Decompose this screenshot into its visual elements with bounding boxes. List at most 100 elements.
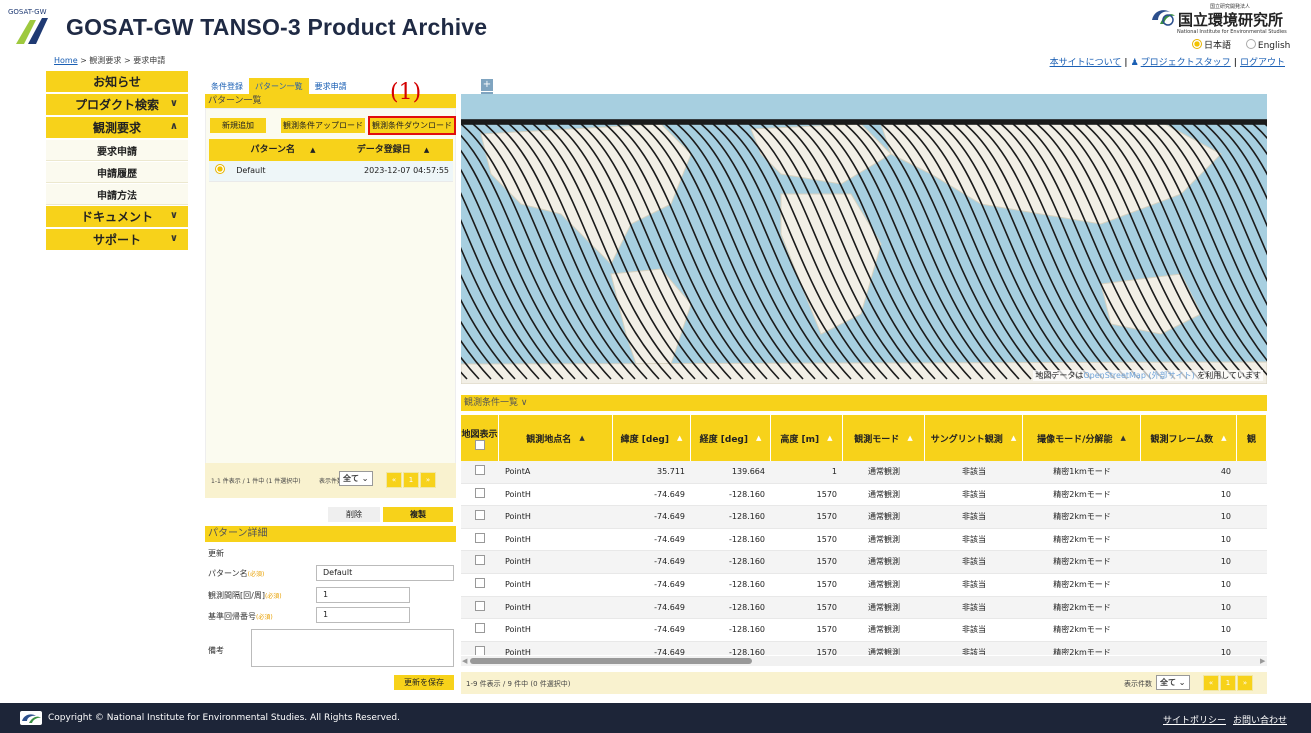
checkbox[interactable]: [475, 623, 485, 634]
col-pattern-name[interactable]: パターン名 ▲: [233, 139, 333, 161]
col-data-date[interactable]: データ登録日 ▲: [333, 139, 453, 161]
table-cell: -74.649: [654, 512, 685, 522]
per-page-select[interactable]: 全て ⌄: [1156, 675, 1190, 690]
col-header[interactable]: 観: [1237, 415, 1267, 461]
checkbox[interactable]: [475, 465, 485, 475]
chevron-down-icon: ∨: [520, 398, 528, 408]
gosat-gw-logo-text: GOSAT-GW: [8, 8, 47, 16]
tab-pattern-list[interactable]: パターン一覧: [249, 78, 309, 95]
sidebar-item-news[interactable]: お知らせ: [46, 71, 188, 92]
osm-link[interactable]: OpenStreetMap: [1083, 371, 1146, 380]
table-row[interactable]: PointH -74.649 -128.160 1570 通常観測 非該当 精密2kmモード…: [461, 596, 1267, 620]
table-cell: -128.160: [729, 579, 765, 589]
col-header[interactable]: 高度 [m] ▲: [771, 415, 843, 461]
table-cell: 精密2kmモード: [1053, 534, 1111, 544]
table-row[interactable]: PointH -74.649 -128.160 1570 通常観測 非該当 精密2kmモード…: [461, 551, 1267, 574]
row-checkbox[interactable]: [461, 484, 499, 506]
copy-button[interactable]: 複製: [383, 507, 453, 522]
tab-request[interactable]: 要求申請: [308, 78, 353, 95]
obs-list-header[interactable]: 観測条件一覧 ∨: [461, 395, 1267, 411]
contact-link[interactable]: お問い合わせ: [1233, 713, 1287, 726]
sidebar-item-support[interactable]: サポート ∨: [46, 229, 188, 250]
sidebar-item-documents[interactable]: ドキュメント ∨: [46, 206, 188, 227]
col-header[interactable]: 観測地点名 ▲: [499, 415, 613, 461]
tab-condition-register[interactable]: 条件登録: [205, 78, 249, 95]
delete-button[interactable]: 削除: [328, 507, 380, 522]
upload-conditions-button[interactable]: 観測条件アップロード: [281, 118, 365, 133]
checkbox[interactable]: [475, 600, 485, 611]
sidebar-subitem-history[interactable]: 申請履歴: [46, 162, 188, 183]
col-header[interactable]: サングリント観測 ▲: [925, 415, 1023, 461]
table-row[interactable]: PointH -74.649 -128.160 1570 通常観測 非該当 精密2kmモード…: [461, 529, 1267, 552]
page-1-button[interactable]: 1: [403, 472, 419, 488]
row-checkbox[interactable]: [461, 574, 499, 596]
row-checkbox[interactable]: [461, 619, 499, 641]
new-pattern-button[interactable]: 新規追加: [210, 118, 266, 133]
table-row[interactable]: PointH -74.649 -128.160 1570 通常観測 非該当 精密2kmモード…: [461, 484, 1267, 507]
table-row[interactable]: PointH -74.649 -128.160 1570 通常観測 非該当 精密2kmモード…: [461, 619, 1267, 642]
world-map-graphic: [461, 119, 1267, 384]
site-policy-link[interactable]: サイトポリシー: [1163, 713, 1226, 726]
external-link[interactable]: (外部サイト): [1146, 371, 1197, 380]
checkbox[interactable]: [475, 510, 485, 521]
table-cell: 非該当: [962, 512, 986, 522]
sidebar-subitem-request[interactable]: 要求申請: [46, 140, 188, 161]
page-1-button[interactable]: 1: [1220, 675, 1236, 691]
row-checkbox[interactable]: [461, 551, 499, 573]
col-header[interactable]: 経度 [deg] ▲: [691, 415, 771, 461]
table-cell: 1570: [816, 579, 837, 589]
table-row[interactable]: PointH -74.649 -128.160 1570 通常観測 非該当 精密2kmモード…: [461, 641, 1267, 655]
checkbox[interactable]: [475, 532, 485, 543]
page-next-button[interactable]: »: [1237, 675, 1253, 691]
table-cell: 非該当: [962, 489, 986, 499]
scrollbar-thumb[interactable]: [470, 658, 752, 664]
sidebar-item-product-search[interactable]: プロダクト検索 ∨: [46, 94, 188, 115]
row-checkbox[interactable]: [461, 597, 499, 619]
logout-link[interactable]: ログアウト: [1240, 58, 1285, 68]
page-prev-button[interactable]: «: [1203, 675, 1219, 691]
zoom-in-button[interactable]: +: [481, 79, 493, 91]
breadcrumb-home[interactable]: Home: [54, 56, 78, 65]
download-conditions-button[interactable]: 観測条件ダウンロード: [368, 116, 456, 135]
about-link[interactable]: 本サイトについて: [1050, 58, 1122, 68]
scroll-left-icon[interactable]: ◀: [462, 657, 467, 665]
row-checkbox[interactable]: [461, 529, 499, 551]
checkbox[interactable]: [475, 645, 485, 655]
row-checkbox[interactable]: [461, 642, 499, 655]
row-checkbox[interactable]: [461, 506, 499, 528]
page-prev-button[interactable]: «: [386, 472, 402, 488]
map-view[interactable]: 地図データはOpenStreetMap (外部サイト) を利用しています: [461, 94, 1267, 384]
pagination: «1»: [1202, 675, 1253, 691]
checkbox[interactable]: [475, 487, 485, 498]
per-page-select[interactable]: 全て ⌄: [339, 471, 373, 486]
col-label: 観測モード: [854, 434, 900, 445]
table-cell: -128.160: [729, 557, 765, 567]
save-button[interactable]: 更新を保存: [394, 675, 454, 690]
row-checkbox[interactable]: [461, 461, 499, 483]
col-header[interactable]: 観測フレーム数 ▲: [1141, 415, 1237, 461]
checkbox-all[interactable]: [474, 439, 485, 450]
table-row[interactable]: PointH -74.649 -128.160 1570 通常観測 非該当 精密2kmモード…: [461, 506, 1267, 529]
page-next-button[interactable]: »: [420, 472, 436, 488]
col-header[interactable]: 撮像モード/分解能 ▲: [1023, 415, 1141, 461]
col-label: 緯度 [deg]: [620, 434, 669, 445]
checkbox[interactable]: [475, 555, 485, 566]
col-header[interactable]: 緯度 [deg] ▲: [613, 415, 691, 461]
orbit-input[interactable]: 1: [316, 607, 410, 623]
lang-ja-option[interactable]: 日本語: [1192, 39, 1231, 51]
col-header[interactable]: 観測モード ▲: [843, 415, 925, 461]
col-map-display[interactable]: 地図表示: [461, 415, 499, 461]
sidebar-item-observation-request[interactable]: 観測要求 ∧: [46, 117, 188, 138]
lang-en-option[interactable]: English: [1245, 39, 1290, 51]
staff-link[interactable]: プロジェクトスタッフ: [1141, 58, 1231, 68]
row-radio[interactable]: [209, 161, 232, 181]
interval-input[interactable]: 1: [316, 587, 410, 603]
checkbox[interactable]: [475, 577, 485, 588]
scroll-right-icon[interactable]: ▶: [1260, 657, 1265, 665]
note-textarea[interactable]: [251, 629, 454, 667]
sidebar-subitem-method[interactable]: 申請方法: [46, 184, 188, 205]
table-row[interactable]: PointA 35.711 139.664 1 通常観測 非該当 精密1kmモード 40: [461, 461, 1267, 484]
table-row[interactable]: PointH -74.649 -128.160 1570 通常観測 非該当 精密2kmモード…: [461, 574, 1267, 597]
pattern-name-input[interactable]: Default: [316, 565, 454, 581]
table-row[interactable]: Default 2023-12-07 04:57:55: [209, 161, 453, 182]
